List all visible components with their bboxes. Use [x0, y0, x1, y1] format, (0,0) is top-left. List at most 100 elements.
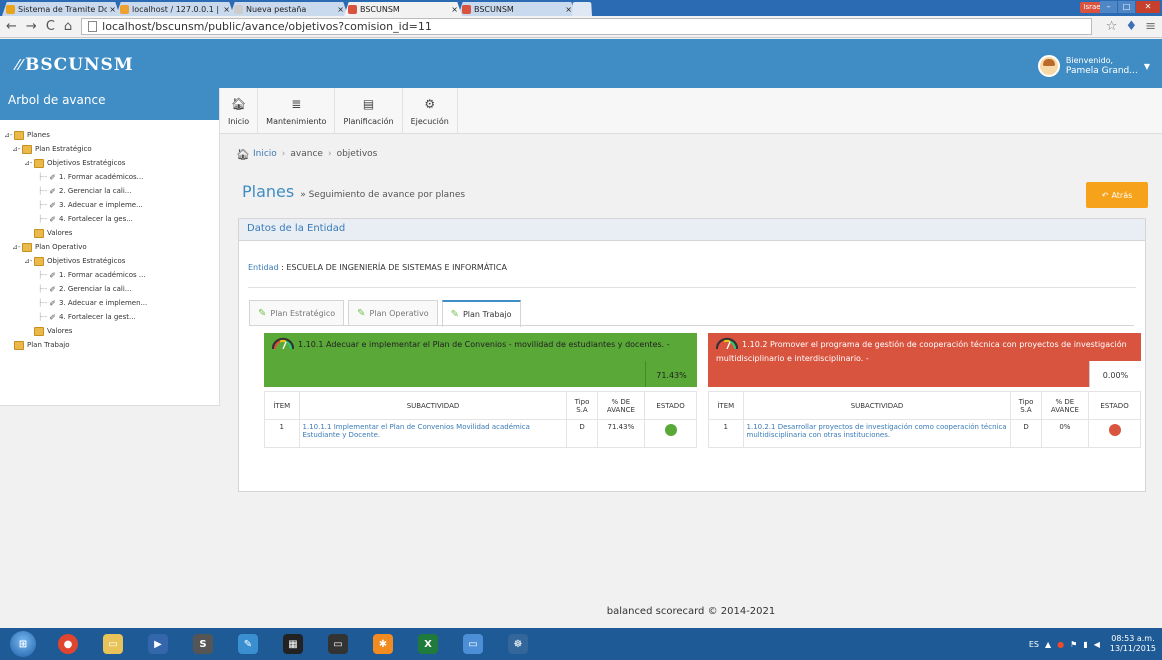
url-input[interactable]: localhost/bscunsm/public/avance/objetivo…: [81, 18, 1092, 35]
tree-node[interactable]: ├-- ✐ 3. Adecuar e impleme...: [0, 198, 219, 212]
menu-item-mantenimiento[interactable]: ≣ Mantenimiento: [258, 88, 336, 134]
minimize-button[interactable]: –: [1100, 1, 1117, 13]
tab-underline: [249, 325, 1134, 326]
tree-connector: ├--: [38, 271, 48, 279]
tree-node[interactable]: ⊿- Planes: [0, 128, 219, 142]
tree-node-label: Plan Estratégico: [35, 145, 92, 153]
taskbar-postgres[interactable]: ☸: [499, 630, 537, 658]
tab-plan-trabajo[interactable]: ✎ Plan Trabajo: [441, 300, 521, 327]
status-dot-icon: [1108, 424, 1121, 436]
taskbar-sublime[interactable]: S: [184, 630, 222, 658]
taskbar-terminal[interactable]: ▭: [319, 630, 357, 658]
card-title: 1.10.1 Adecuar e implementar el Plan de …: [298, 340, 670, 349]
page-icon: [88, 21, 98, 32]
extension-icon[interactable]: ♦: [1125, 19, 1137, 34]
breadcrumb-avance[interactable]: avance: [290, 149, 323, 159]
column-header: % DE AVANCE: [1040, 391, 1090, 420]
tree-node[interactable]: ⊿- Plan Operativo: [0, 240, 219, 254]
card-percent: 71.43%: [645, 361, 697, 387]
tree-node[interactable]: ├-- ✐ 2. Gerenciar la cali...: [0, 184, 219, 198]
tray-up-icon[interactable]: ▲: [1045, 640, 1051, 649]
tab-label: Plan Operativo: [369, 309, 429, 318]
browser-tab[interactable]: Sistema de Tramite Docu×: [2, 2, 120, 16]
taskbar-chrome[interactable]: ●: [49, 630, 87, 658]
close-tab-icon[interactable]: ×: [337, 5, 344, 14]
windows-taskbar: ⊞ ● ▭ ▶ S ✎ ▦ ▭ ✱ X ▭ ☸ ES ▲ ● ⚑ ▮ ◀ 08:…: [0, 628, 1162, 660]
forward-arrow-icon[interactable]: →: [26, 19, 37, 34]
browser-tab[interactable]: localhost / 127.0.0.1 | php×: [116, 2, 234, 16]
tab-plan-operativo[interactable]: ✎ Plan Operativo: [348, 300, 438, 326]
tree-node[interactable]: ⊿- Objetivos Estratégicos: [0, 254, 219, 268]
network-icon[interactable]: ▮: [1083, 640, 1087, 649]
taskbar-excel[interactable]: X: [409, 630, 447, 658]
paint-icon: ✎: [238, 634, 258, 654]
menu-item-ejecucin[interactable]: ⚙ Ejecución: [403, 88, 458, 134]
tree-node[interactable]: Plan Trabajo: [0, 338, 219, 352]
tab-label: Plan Estratégico: [270, 309, 336, 318]
taskbar-xampp[interactable]: ✱: [364, 630, 402, 658]
card-percent: 0.00%: [1089, 361, 1141, 387]
expand-toggle-icon[interactable]: ⊿-: [12, 243, 20, 251]
taskbar-media[interactable]: ▶: [139, 630, 177, 658]
progress-tree: ⊿- Planes ⊿- Plan Estratégico ⊿- Objetivos Es…: [0, 120, 219, 352]
reload-icon[interactable]: C: [46, 19, 55, 34]
tree-node[interactable]: ├-- ✐ 4. Fortalecer la gest...: [0, 310, 219, 324]
entity-info: Entidad : ESCUELA DE INGENIERÍA DE SISTE…: [248, 263, 507, 272]
tree-node[interactable]: ⊿- Plan Estratégico: [0, 142, 219, 156]
tree-node[interactable]: Valores: [0, 226, 219, 240]
back-arrow-icon[interactable]: ←: [6, 19, 17, 34]
flag-icon[interactable]: ⚑: [1070, 640, 1077, 649]
footer: balanced scorecard © 2014-2021: [606, 606, 776, 617]
close-tab-icon[interactable]: ×: [565, 5, 572, 14]
taskbar-explorer[interactable]: ▭: [94, 630, 132, 658]
browser-tab[interactable]: Nueva pestaña ×: [230, 2, 348, 16]
chrome-menu-icon[interactable]: ≡: [1145, 19, 1156, 34]
back-button[interactable]: ↶ Atrás: [1086, 182, 1148, 208]
breadcrumb-home[interactable]: Inicio: [253, 149, 277, 159]
clock[interactable]: 08:53 a.m. 13/11/2015: [1110, 634, 1156, 654]
expand-toggle-icon[interactable]: ⊿-: [24, 257, 32, 265]
tree-node[interactable]: ├-- ✐ 4. Fortalecer la ges...: [0, 212, 219, 226]
expand-toggle-icon[interactable]: ⊿-: [24, 159, 32, 167]
tree-node[interactable]: ├-- ✐ 1. Formar académicos...: [0, 170, 219, 184]
tab-plan-estrategico[interactable]: ✎ Plan Estratégico: [249, 300, 345, 326]
volume-icon[interactable]: ◀: [1094, 640, 1100, 649]
browser-tab-title: Sistema de Tramite Docu: [18, 4, 108, 14]
tree-node[interactable]: ├-- ✐ 2. Gerenciar la cali...: [0, 282, 219, 296]
tree-node[interactable]: ├-- ✐ 3. Adecuar e implemen...: [0, 296, 219, 310]
close-tab-icon[interactable]: ×: [451, 5, 458, 14]
browser-tab-title: BSCUNSM: [474, 4, 514, 14]
tree-node[interactable]: ⊿- Objetivos Estratégicos: [0, 156, 219, 170]
taskbar-paint[interactable]: ✎: [229, 630, 267, 658]
language-indicator[interactable]: ES: [1029, 640, 1039, 649]
tree-node[interactable]: ├-- ✐ 1. Formar académicos ...: [0, 268, 219, 282]
menu-item-inicio[interactable]: 🏠︎ Inicio: [220, 88, 259, 134]
close-window-button[interactable]: ✕: [1136, 1, 1160, 13]
expand-toggle-icon[interactable]: ⊿-: [4, 131, 12, 139]
app-logo[interactable]: ⁄⁄ BSCUNSM: [16, 55, 134, 75]
new-tab-button[interactable]: [572, 2, 592, 16]
breadcrumb-objetivos: objetivos: [336, 149, 378, 159]
close-tab-icon[interactable]: ×: [223, 5, 230, 14]
subactivity-link[interactable]: 1.10.1.1 Implementar el Plan de Convenio…: [298, 419, 568, 448]
close-tab-icon[interactable]: ×: [109, 5, 116, 14]
expand-toggle-icon[interactable]: ⊿-: [12, 145, 20, 153]
caret-down-icon: ▼: [1143, 61, 1150, 71]
user-menu[interactable]: Bienvenido, Pamela Grand... ▼: [1037, 55, 1150, 77]
folder-icon: [34, 228, 44, 238]
menu-item-planificacin[interactable]: ▤ Planificación: [335, 88, 403, 134]
browser-tab[interactable]: BSCUNSM ×: [458, 2, 576, 16]
taskbar-colorpicker[interactable]: ▦: [274, 630, 312, 658]
status-dot-icon: [664, 424, 677, 436]
bookmark-star-icon[interactable]: ☆: [1106, 19, 1118, 34]
tree-node[interactable]: Valores: [0, 324, 219, 338]
alert-icon[interactable]: ●: [1057, 640, 1064, 649]
home-icon[interactable]: ⌂: [64, 19, 72, 34]
start-button[interactable]: ⊞: [4, 630, 42, 658]
maximize-button[interactable]: □: [1118, 1, 1135, 13]
folder-icon: [22, 144, 32, 154]
browser-tab[interactable]: BSCUNSM ×: [344, 2, 462, 16]
taskbar-window[interactable]: ▭: [454, 630, 492, 658]
subactivity-link[interactable]: 1.10.2.1 Desarrollar proyectos de invest…: [742, 419, 1012, 448]
card-header: 1.10.1 Adecuar e implementar el Plan de …: [264, 333, 697, 387]
